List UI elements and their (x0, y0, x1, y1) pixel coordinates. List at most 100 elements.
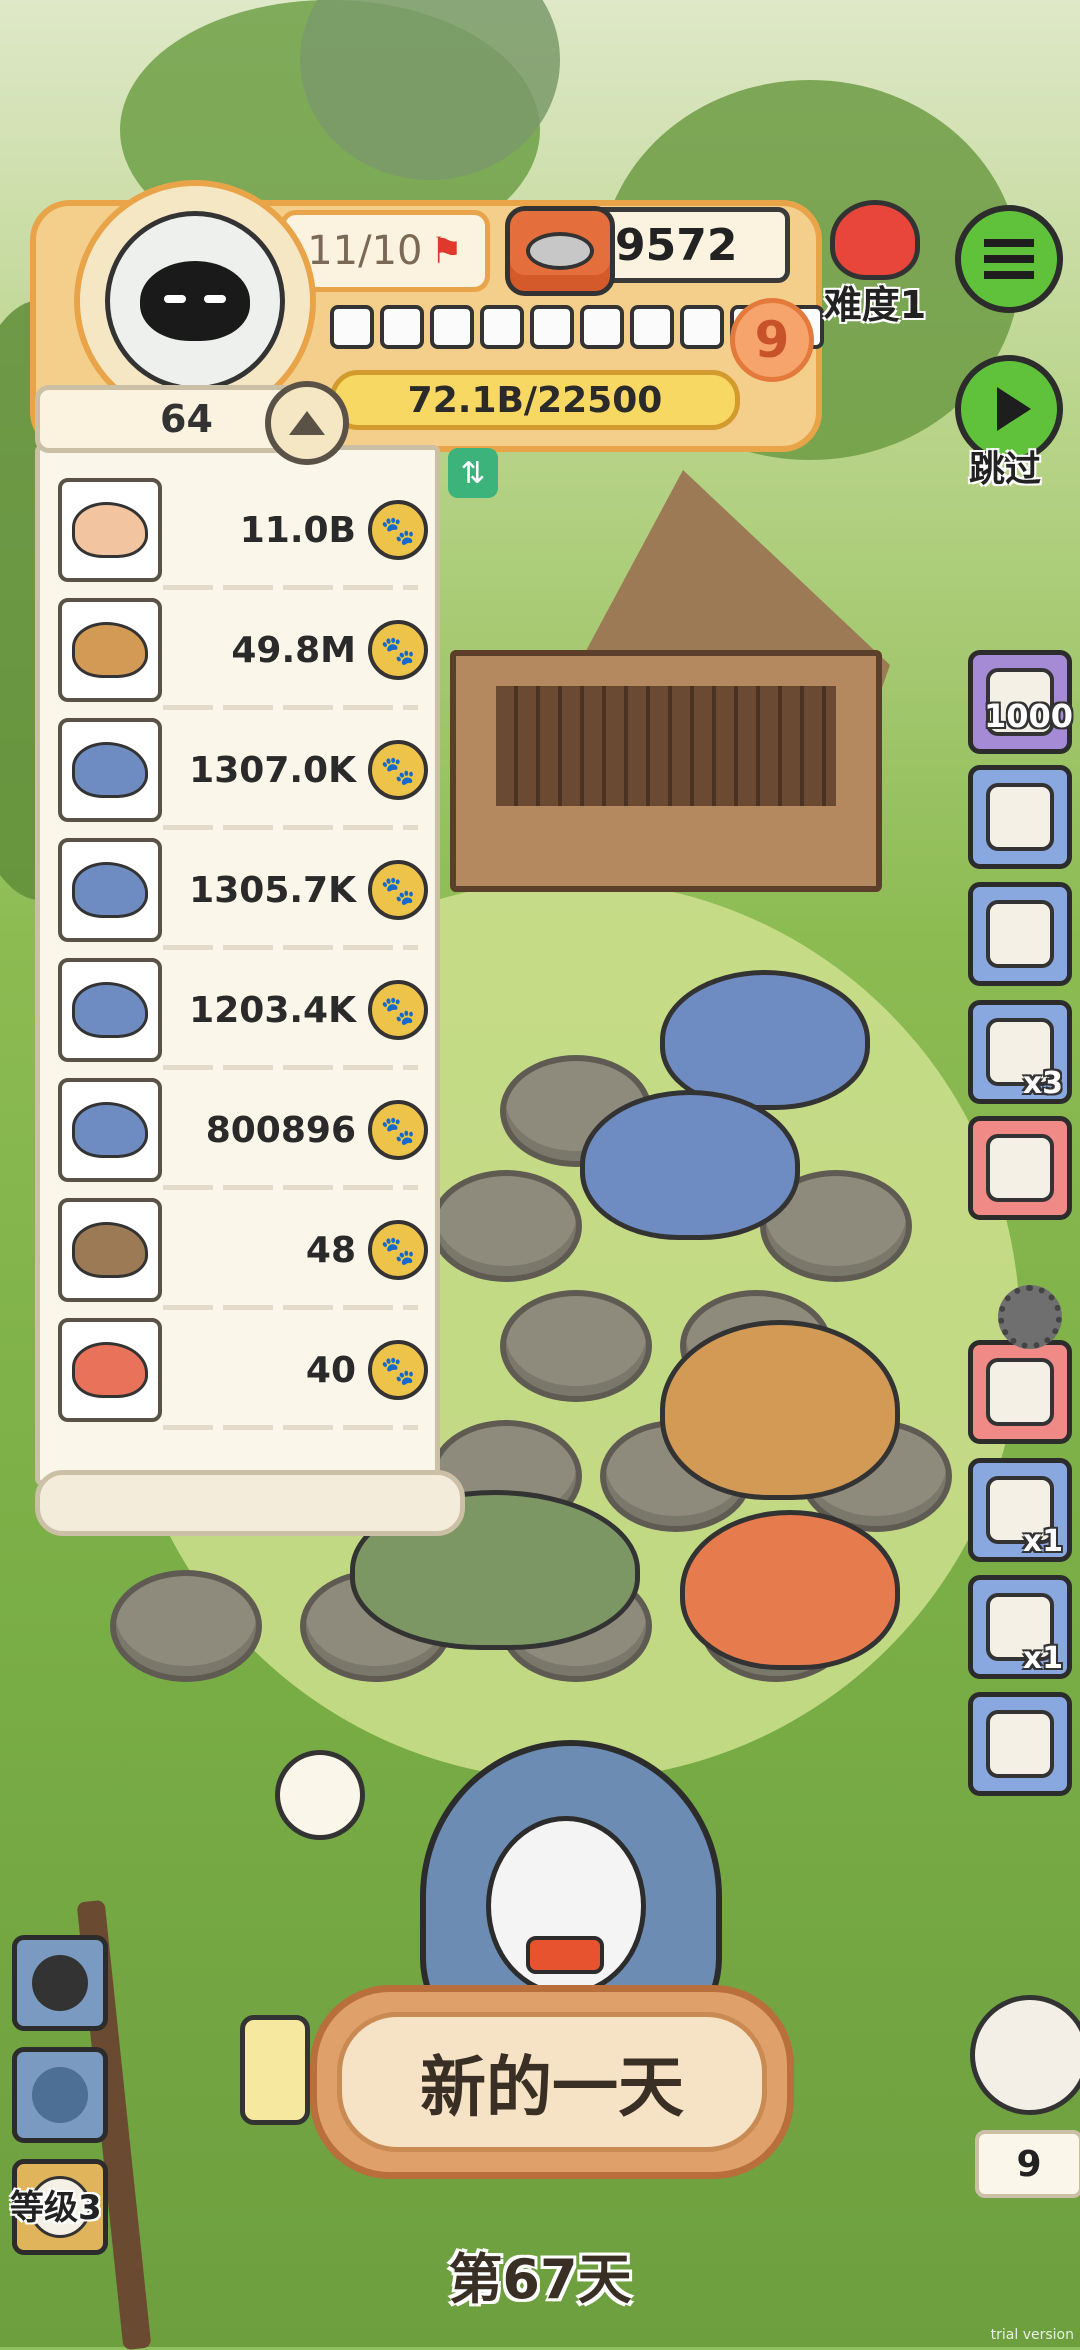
creature-row[interactable]: 1305.7K 🐾 (58, 830, 428, 950)
bone-icon (986, 1134, 1054, 1202)
new-day-label: 新的一天 (420, 2049, 684, 2126)
creature-income-value: 1203.4K (189, 989, 356, 1031)
trex-creature[interactable] (660, 1320, 900, 1500)
creature-count: 64 (160, 397, 213, 441)
gear-icon[interactable] (998, 1285, 1062, 1349)
energy-pip (680, 305, 724, 349)
plesiosaur-icon (58, 1078, 162, 1182)
new-day-label-box: 新的一天 (337, 2012, 767, 2152)
day-counter: 第67天 (448, 2248, 632, 2311)
creature-row[interactable]: 1307.0K 🐾 (58, 710, 428, 830)
item-count: x1 (1022, 1524, 1063, 1559)
black-cat-icon (140, 261, 250, 341)
energy-pip (580, 305, 624, 349)
fire-flower-icon (830, 200, 920, 280)
tin-can-item[interactable]: x1 (968, 1575, 1072, 1679)
paw-coin-icon: 🐾 (368, 1100, 428, 1160)
energy-pip (480, 305, 524, 349)
creature-row[interactable]: 800896 🐾 (58, 1070, 428, 1190)
hut (450, 650, 882, 892)
film-reel-item[interactable]: 1000 (968, 650, 1073, 754)
plesiosaur-creature[interactable] (580, 1090, 800, 1240)
creature-row[interactable]: 40 🐾 (58, 1310, 428, 1430)
item-count: x1 (1022, 1641, 1063, 1676)
plesiosaur-icon (58, 838, 162, 942)
difficulty-label: 难度1 (823, 283, 927, 327)
flag-icon: ⚑ (430, 230, 463, 272)
plesiosaur-icon (58, 718, 162, 822)
plesiosaur-icon (58, 958, 162, 1062)
scroll-roll (35, 1470, 465, 1536)
avatar-bubble (105, 211, 285, 391)
green-potion-item[interactable] (968, 1340, 1072, 1444)
certificate-icon[interactable] (275, 1750, 365, 1840)
energy-pip (630, 305, 674, 349)
paw-coin-icon: 🐾 (368, 740, 428, 800)
creature-row[interactable]: 49.8M 🐾 (58, 590, 428, 710)
difficulty-indicator[interactable]: 难度1 (810, 200, 940, 329)
skip-label: 跳过 (968, 449, 1041, 490)
food-jar-item[interactable] (968, 882, 1072, 986)
paw-coin-icon: 🐾 (368, 620, 428, 680)
brontosaurus-icon (58, 1198, 162, 1302)
creature-income-value: 49.8M (231, 629, 356, 671)
energy-pip (380, 305, 424, 349)
owl-icon[interactable] (970, 1995, 1080, 2115)
plesiosaur-creature[interactable] (660, 970, 870, 1110)
singing-dino-icon (58, 1318, 162, 1422)
owl-count: 9 (975, 2130, 1080, 2198)
donut-icon (58, 478, 162, 582)
creature-income-value: 1305.7K (189, 869, 356, 911)
shadow-creature-icon (32, 1955, 88, 2011)
creature-row[interactable]: 48 🐾 (58, 1190, 428, 1310)
energy-pip (430, 305, 474, 349)
dark-creature-button[interactable] (12, 1935, 108, 2031)
backpack-icon (986, 783, 1054, 851)
sort-icon[interactable]: ⇅ (448, 448, 498, 498)
trex-icon (58, 598, 162, 702)
paw-coin-icon: 🐾 (368, 980, 428, 1040)
energy-pip (330, 305, 374, 349)
lantern-icon (240, 2015, 310, 2125)
creature-income-value: 48 (305, 1229, 356, 1271)
xp-text: 72.1B/22500 (407, 379, 663, 421)
menu-icon (984, 239, 1034, 279)
creature-income-scroll: 11.0B 🐾 49.8M 🐾 1307.0K 🐾 1305.7K 🐾 1203.4K 🐾 8008… (35, 381, 465, 1545)
energy-pip (530, 305, 574, 349)
donut-item[interactable]: x1 (968, 1458, 1072, 1562)
chevron-up-icon (289, 411, 325, 435)
bone-item[interactable] (968, 1116, 1072, 1220)
coin-counter: 9572 (505, 206, 790, 296)
paw-coin-icon: 🐾 (368, 1220, 428, 1280)
creature-row[interactable]: 1203.4K 🐾 (58, 950, 428, 1070)
new-day-button[interactable]: 新的一天 (310, 1985, 794, 2179)
player-level-badge: 9 (730, 298, 814, 382)
jar-item[interactable] (968, 1692, 1072, 1796)
coin-value: 9572 (615, 219, 738, 271)
menu-button[interactable] (955, 205, 1063, 313)
paw-coin-icon: 🐾 (368, 1340, 428, 1400)
play-icon (997, 387, 1031, 431)
axe-item[interactable]: x3 (968, 1000, 1072, 1104)
paw-coin-icon: 🐾 (368, 860, 428, 920)
jar-icon (986, 1710, 1054, 1778)
creature-income-value: 1307.0K (189, 749, 356, 791)
green-potion-icon (986, 1358, 1054, 1426)
food-can-icon (505, 206, 615, 296)
level-label: 等级3 (10, 2188, 102, 2228)
creature-income-value: 11.0B (239, 509, 356, 551)
creature-row[interactable]: 11.0B 🐾 (58, 470, 428, 590)
backpack-item[interactable] (968, 765, 1072, 869)
scroll-body[interactable]: 11.0B 🐾 49.8M 🐾 1307.0K 🐾 1305.7K 🐾 1203.4K 🐾 8008… (35, 445, 440, 1485)
blue-creature-icon (32, 2067, 88, 2123)
collapse-button[interactable] (265, 381, 349, 465)
creature-income-value: 40 (305, 1349, 356, 1391)
food-jar-icon (986, 900, 1054, 968)
blue-creature-button[interactable] (12, 2047, 108, 2143)
player-level-value: 9 (754, 311, 790, 369)
owl-count-value: 9 (1016, 2143, 1042, 2185)
triceratops-creature[interactable] (680, 1510, 900, 1670)
item-count: x3 (1022, 1066, 1063, 1101)
watermark: trial version (990, 2327, 1074, 2343)
paw-coin-icon: 🐾 (368, 500, 428, 560)
